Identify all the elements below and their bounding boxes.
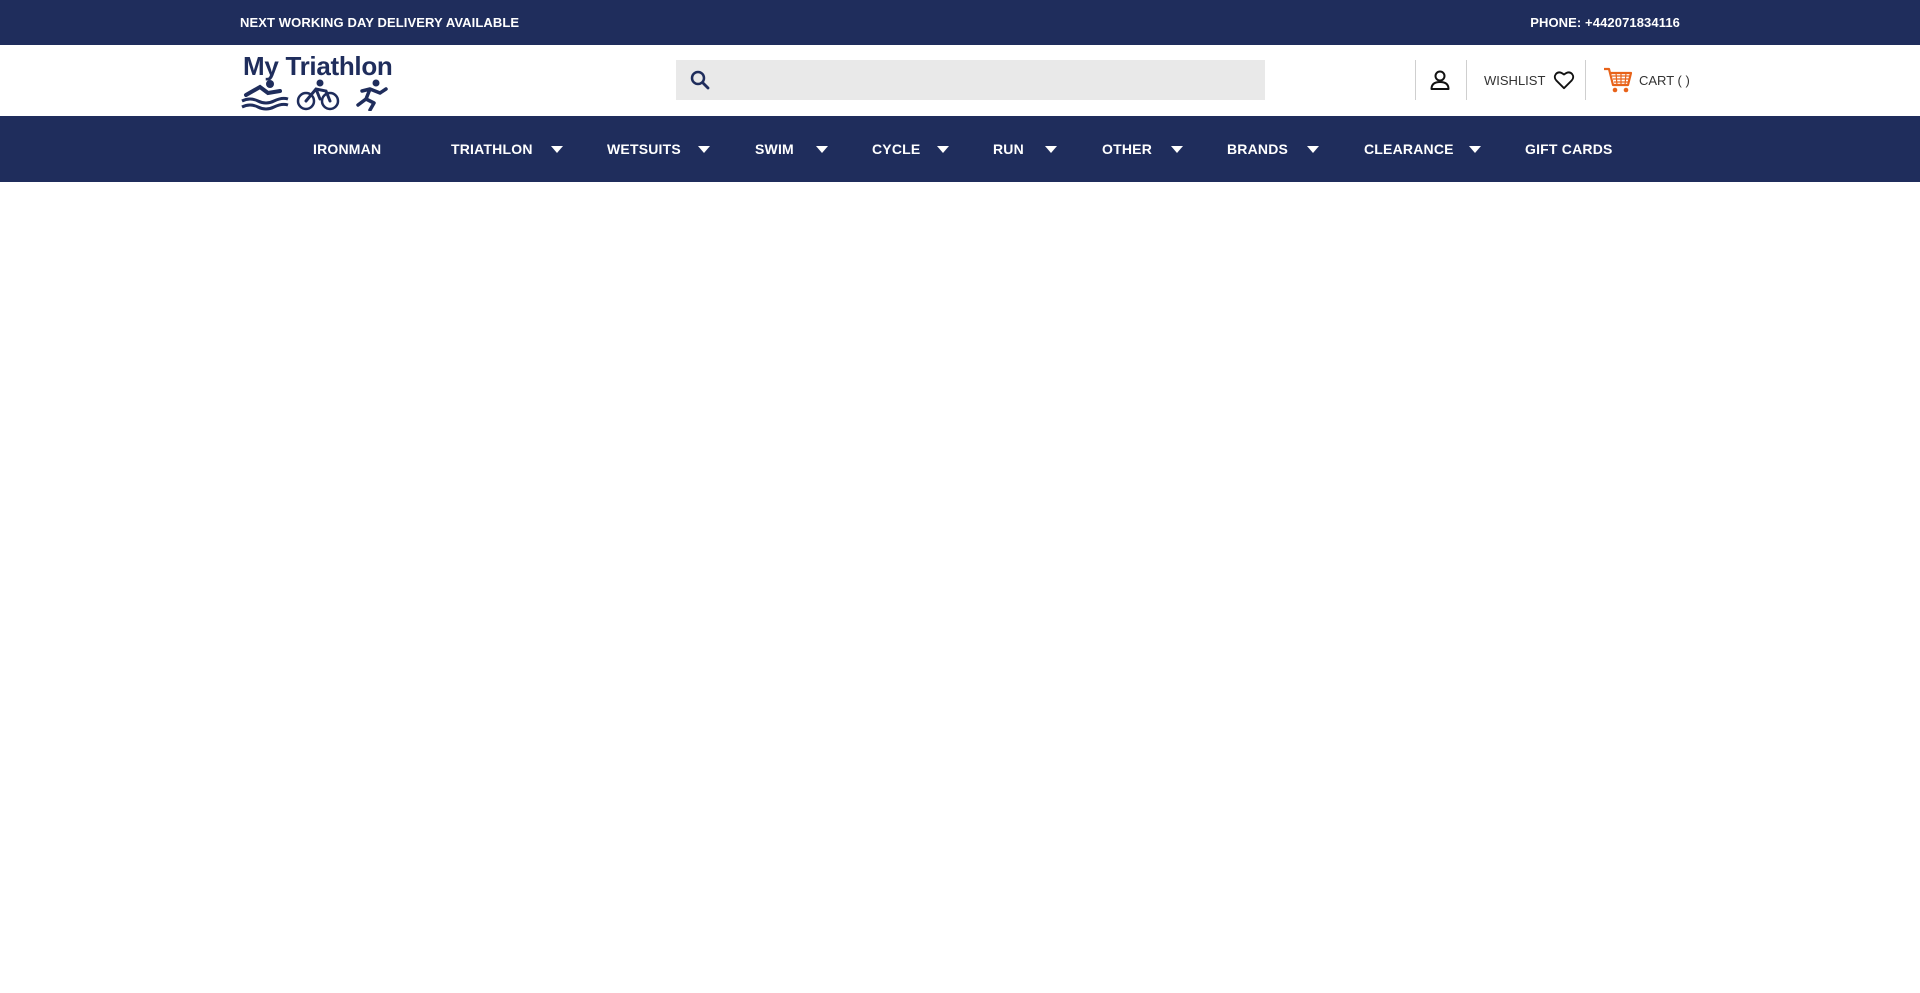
- nav-label: CYCLE: [872, 141, 921, 157]
- chevron-down-icon[interactable]: [1307, 146, 1319, 153]
- nav-item-run[interactable]: RUN: [993, 116, 1024, 182]
- header-divider: [1466, 60, 1467, 100]
- search-icon[interactable]: [690, 70, 710, 90]
- nav-item-swim[interactable]: SWIM: [755, 116, 794, 182]
- header-divider: [1415, 60, 1416, 100]
- top-announcement-bar: NEXT WORKING DAY DELIVERY AVAILABLE PHON…: [0, 0, 1920, 45]
- cart-label: CART ( ): [1639, 72, 1690, 88]
- chevron-down-icon[interactable]: [1045, 146, 1057, 153]
- nav-item-clearance[interactable]: CLEARANCE: [1364, 116, 1454, 182]
- nav-label: BRANDS: [1227, 141, 1289, 157]
- wishlist-link[interactable]: WISHLIST: [1484, 67, 1575, 93]
- delivery-notice: NEXT WORKING DAY DELIVERY AVAILABLE: [240, 15, 520, 30]
- nav-item-brands[interactable]: BRANDS: [1227, 116, 1288, 182]
- nav-label: OTHER: [1102, 141, 1152, 157]
- chevron-down-icon[interactable]: [698, 146, 710, 153]
- search-input[interactable]: [720, 60, 1260, 100]
- nav-label: WETSUITS: [607, 141, 681, 157]
- heart-icon: [1554, 71, 1575, 90]
- nav-item-other[interactable]: OTHER: [1102, 116, 1152, 182]
- header-divider: [1585, 60, 1586, 100]
- nav-item-ironman[interactable]: IRONMAN: [313, 116, 381, 182]
- wishlist-label: WISHLIST: [1484, 72, 1546, 88]
- nav-item-wetsuits[interactable]: WETSUITS: [607, 116, 681, 182]
- nav-item-gift-cards[interactable]: GIFT CARDS: [1525, 116, 1613, 182]
- chevron-down-icon[interactable]: [1469, 146, 1481, 153]
- phone-number[interactable]: PHONE: +442071834116: [1530, 15, 1680, 30]
- chevron-down-icon[interactable]: [1171, 146, 1183, 153]
- chevron-down-icon[interactable]: [551, 146, 563, 153]
- nav-label: RUN: [993, 141, 1024, 157]
- nav-label: IRONMAN: [313, 141, 382, 157]
- nav-item-cycle[interactable]: CYCLE: [872, 116, 920, 182]
- logo-sports-icon: [241, 79, 388, 111]
- account-icon[interactable]: [1428, 68, 1452, 92]
- nav-item-triathlon[interactable]: TRIATHLON: [451, 116, 533, 182]
- logo-text: My Triathlon: [243, 51, 393, 81]
- cart-link[interactable]: CART ( ): [1603, 64, 1690, 96]
- nav-label: CLEARANCE: [1364, 141, 1454, 157]
- nav-label: SWIM: [755, 141, 794, 157]
- nav-label: TRIATHLON: [451, 141, 533, 157]
- main-navigation: IRONMAN TRIATHLON WETSUITS SWIM CYCLE RU…: [0, 116, 1920, 182]
- nav-label: GIFT CARDS: [1525, 141, 1613, 157]
- chevron-down-icon[interactable]: [816, 146, 828, 153]
- site-header: My Triathlon WISHLIST CART (): [0, 45, 1920, 116]
- search-bar[interactable]: [676, 60, 1265, 100]
- site-logo[interactable]: My Triathlon: [240, 49, 395, 113]
- chevron-down-icon[interactable]: [937, 146, 949, 153]
- cart-icon: [1604, 67, 1633, 93]
